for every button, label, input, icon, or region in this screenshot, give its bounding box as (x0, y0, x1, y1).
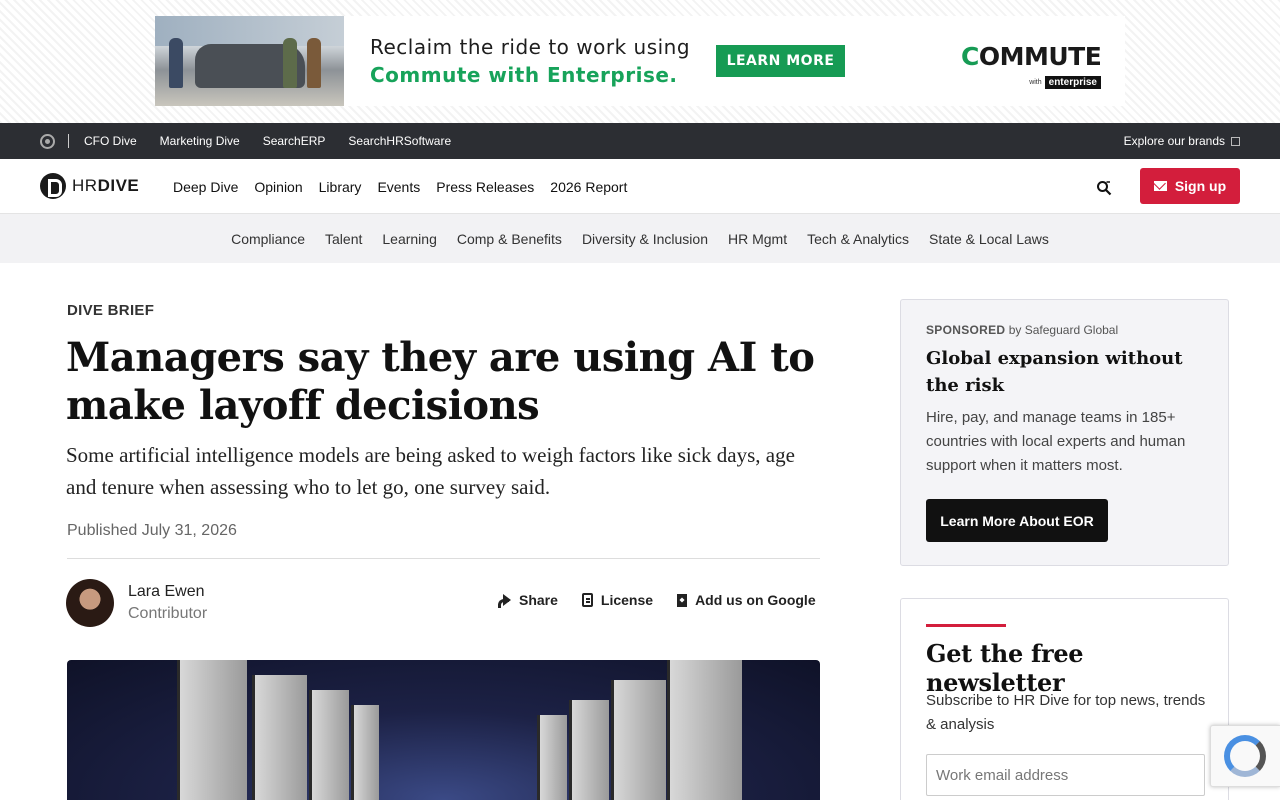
nav-press-releases[interactable]: Press Releases (436, 179, 534, 195)
ad-copy: Reclaim the ride to work using Commute w… (370, 33, 690, 89)
sponsored-by: by Safeguard Global (1008, 323, 1119, 337)
license-label: License (600, 592, 654, 608)
nav-2026-report[interactable]: 2026 Report (550, 179, 627, 195)
explore-brands-label: Explore our brands (1123, 134, 1225, 148)
article-headline: Managers say they are using AI to make l… (66, 334, 815, 429)
share-icon (497, 593, 511, 608)
mail-icon (1153, 181, 1167, 191)
ad-learn-more-button[interactable]: LEARN MORE (716, 45, 845, 77)
article-actions: Share License Add us on Google (497, 592, 816, 608)
logo-hr: HR (72, 176, 98, 195)
topic-tech-analytics[interactable]: Tech & Analytics (807, 231, 909, 247)
nav-library[interactable]: Library (319, 179, 362, 195)
hr-dive-logo[interactable]: HRDIVE (40, 173, 139, 199)
share-label: Share (519, 592, 558, 608)
topic-learning[interactable]: Learning (382, 231, 437, 247)
article-divider (67, 558, 820, 559)
topic-hr-mgmt[interactable]: HR Mgmt (728, 231, 787, 247)
topic-diversity-inclusion[interactable]: Diversity & Inclusion (582, 231, 708, 247)
article-hero-image (67, 660, 820, 800)
share-button[interactable]: Share (497, 592, 558, 608)
author-name[interactable]: Lara Ewen (128, 583, 205, 601)
nav-opinion[interactable]: Opinion (254, 179, 302, 195)
ad-logo: COMMUTE with enterprise (961, 42, 1102, 89)
search-icon[interactable] (1096, 180, 1112, 196)
license-icon (581, 593, 593, 607)
brand-link-cfo-dive[interactable]: CFO Dive (84, 134, 137, 148)
ad-logo-rest: OMMUTE (978, 42, 1102, 71)
ad-logo-c: C (961, 42, 979, 71)
author-avatar[interactable] (66, 579, 114, 627)
sponsored-body: Hire, pay, and manage teams in 185+ coun… (926, 409, 1186, 474)
ad-strip: Reclaim the ride to work using Commute w… (0, 0, 1280, 123)
article-dek: Some artificial intelligence models are … (66, 443, 795, 499)
sponsored-title[interactable]: Global expansion without the risk (926, 345, 1216, 399)
main-header: HRDIVE Deep Dive Opinion Library Events … (0, 159, 1280, 214)
topic-nav: Compliance Talent Learning Comp & Benefi… (0, 214, 1280, 263)
explore-brands-link[interactable]: Explore our brands (1124, 123, 1240, 159)
sponsored-tag: SPONSORED (926, 323, 1006, 337)
sponsored-label: SPONSORED by Safeguard Global (926, 323, 1118, 337)
article-kicker: DIVE BRIEF (67, 302, 155, 319)
add-us-on-google-button[interactable]: Add us on Google (677, 592, 816, 608)
globe-icon[interactable] (40, 134, 55, 149)
sign-up-label: Sign up (1174, 178, 1227, 194)
nav-deep-dive[interactable]: Deep Dive (173, 179, 238, 195)
ad-line-2: Commute with Enterprise. (370, 63, 678, 87)
ad-line-1: Reclaim the ride to work using (370, 35, 691, 59)
advertisement-banner[interactable]: Reclaim the ride to work using Commute w… (155, 16, 1125, 106)
brand-link-marketing-dive[interactable]: Marketing Dive (160, 134, 240, 148)
topic-comp-benefits[interactable]: Comp & Benefits (457, 231, 562, 247)
nav-events[interactable]: Events (377, 179, 420, 195)
brand-bar: CFO Dive Marketing Dive SearchERP Search… (0, 123, 1280, 159)
topic-compliance[interactable]: Compliance (231, 231, 305, 247)
ad-logo-with: with (1029, 79, 1042, 86)
newsletter-body: Subscribe to HR Dive for top news, trend… (926, 692, 1206, 733)
external-link-icon (1231, 136, 1240, 146)
ad-photo (155, 16, 344, 106)
primary-nav: Deep Dive Opinion Library Events Press R… (173, 159, 627, 214)
sponsored-card: SPONSORED by Safeguard Global Global exp… (900, 299, 1229, 566)
brand-bar-separator (68, 134, 69, 148)
ad-logo-brand: enterprise (1044, 76, 1101, 89)
author-role: Contributor (128, 605, 208, 622)
newsletter-card: Get the free newsletter Subscribe to HR … (900, 598, 1229, 800)
topic-talent[interactable]: Talent (325, 231, 362, 247)
brand-links: CFO Dive Marketing Dive SearchERP Search… (84, 123, 451, 159)
dive-logo-icon (40, 173, 66, 199)
license-button[interactable]: License (581, 592, 654, 608)
logo-dive: DIVE (97, 176, 140, 195)
recaptcha-badge[interactable] (1210, 725, 1280, 787)
publish-date: Published July 31, 2026 (67, 522, 237, 539)
sign-up-button[interactable]: Sign up (1140, 168, 1240, 204)
add-us-on-google-label: Add us on Google (695, 592, 816, 608)
learn-more-eor-button[interactable]: Learn More About EOR (926, 499, 1108, 542)
topic-state-local-laws[interactable]: State & Local Laws (929, 231, 1049, 247)
bookmark-icon (677, 593, 688, 607)
brand-link-searcherp[interactable]: SearchERP (263, 134, 326, 148)
newsletter-accent-bar (926, 624, 1006, 627)
work-email-input[interactable] (926, 754, 1205, 796)
logo-text: HRDIVE (72, 176, 139, 196)
recaptcha-icon (1224, 735, 1266, 777)
brand-link-searchhrsoftware[interactable]: SearchHRSoftware (348, 134, 451, 148)
